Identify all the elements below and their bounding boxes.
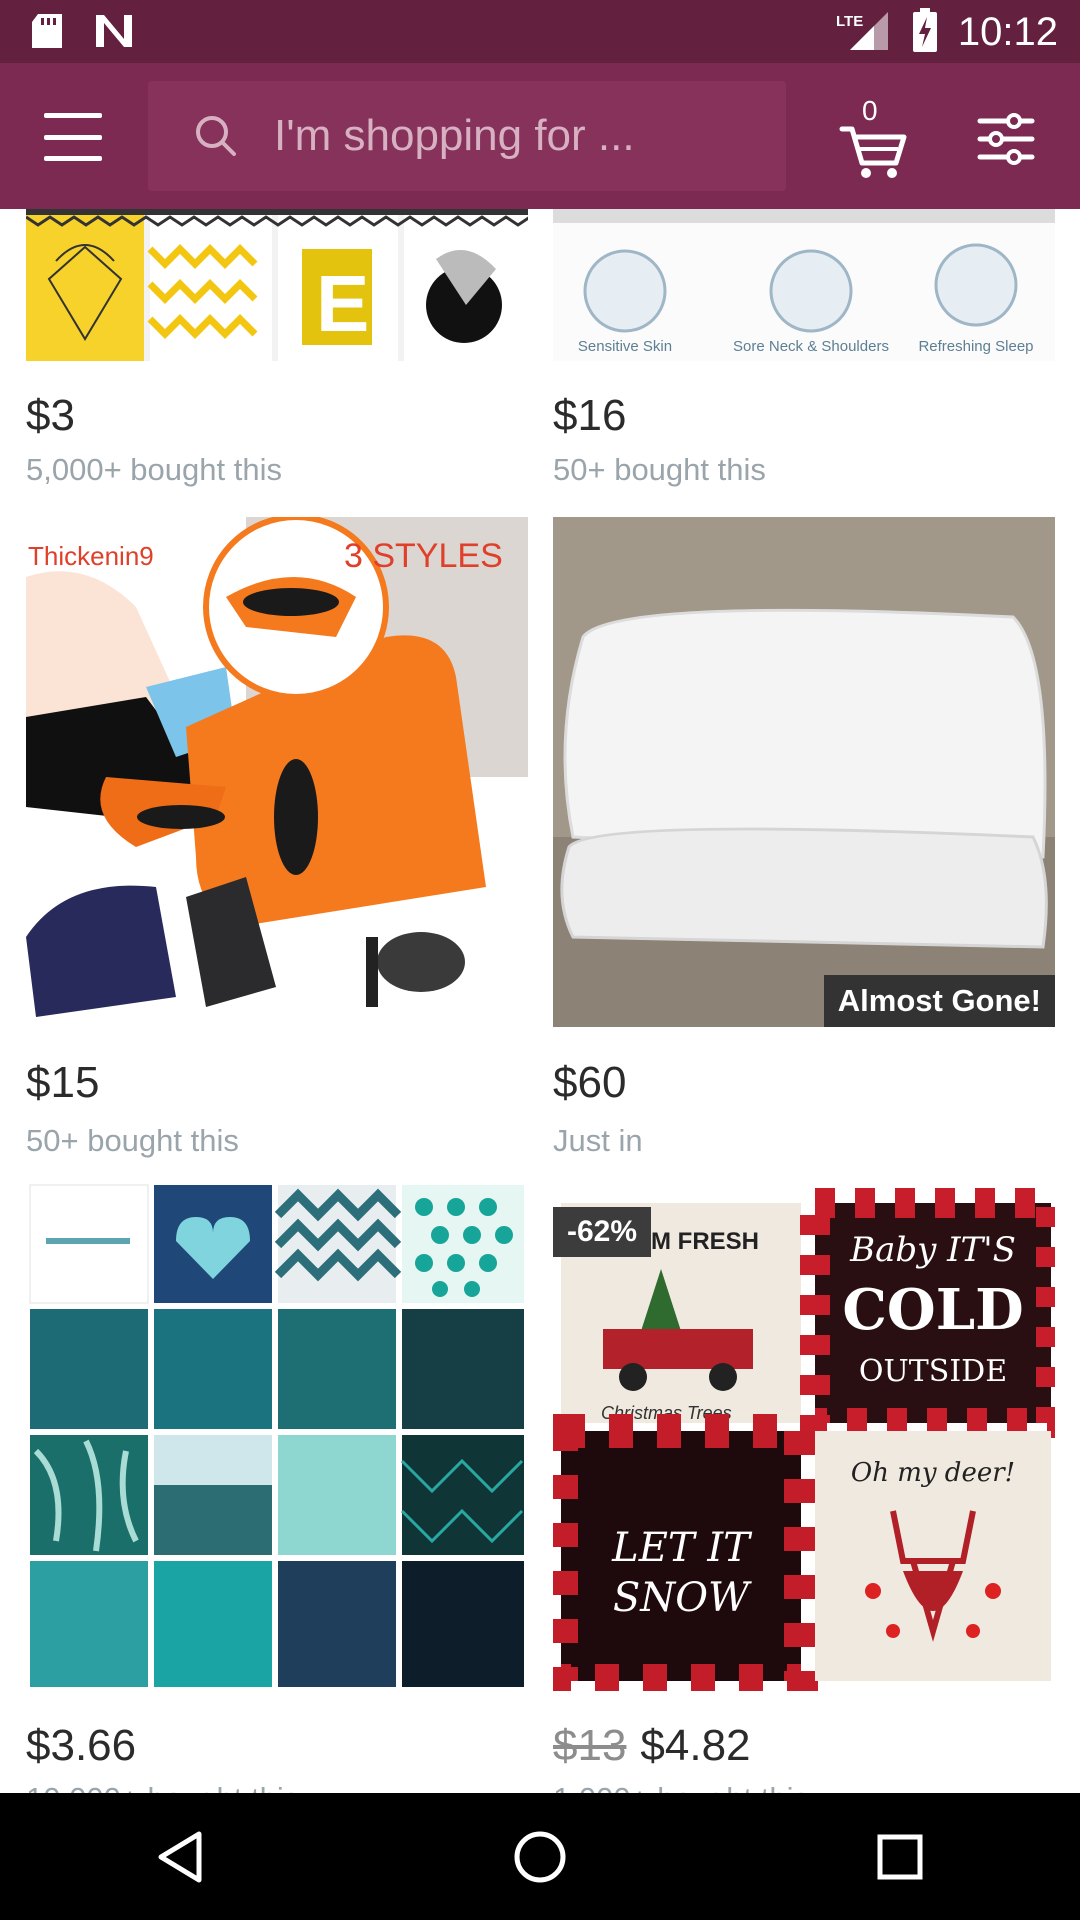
original-price: $13 — [553, 1721, 627, 1770]
recents-icon — [877, 1834, 923, 1879]
back-icon — [158, 1831, 202, 1882]
search-bar[interactable] — [148, 81, 786, 191]
svg-text:Sensitive Skin: Sensitive Skin — [578, 338, 672, 355]
status-time: 10:12 — [957, 10, 1058, 54]
product-card[interactable]: Thickenin9 3 STYLES $15 50+ bought this — [26, 517, 528, 1177]
product-card[interactable]: E $3 5,000+ bought this — [26, 209, 528, 509]
product-price-row: $13 $4.82 — [553, 1721, 751, 1771]
hamburger-line — [44, 113, 102, 118]
filter-button[interactable] — [976, 109, 1036, 169]
cart-count-badge: 0 — [862, 95, 878, 126]
product-subtitle: 1,000+ bought this — [553, 1781, 809, 1793]
product-card[interactable]: Almost Gone! $60 Just in — [553, 517, 1055, 1177]
product-image[interactable]: Thickenin9 3 STYLES — [26, 517, 528, 1027]
system-nav-bar — [0, 1793, 1080, 1920]
product-price: $3.66 — [26, 1721, 137, 1770]
svg-text:3 STYLES: 3 STYLES — [344, 537, 503, 575]
product-subtitle: 10,000+ bought this — [26, 1781, 299, 1793]
svg-text:Sore Neck & Shoulders: Sore Neck & Shoulders — [733, 338, 889, 355]
product-subtitle: 50+ bought this — [26, 1123, 239, 1158]
product-subtitle: 50+ bought this — [553, 452, 766, 487]
product-price: $15 — [26, 1058, 100, 1107]
hamburger-line — [44, 134, 102, 140]
nav-home-button[interactable] — [480, 1807, 600, 1907]
nav-recents-button[interactable] — [840, 1807, 960, 1907]
svg-text:Refreshing Sleep: Refreshing Sleep — [918, 338, 1033, 355]
svg-text:COLD: COLD — [842, 1277, 1023, 1343]
product-grid: E $3 5,000+ bought this Sensitive Skin S… — [0, 209, 1080, 1793]
product-subtitle: 5,000+ bought this — [26, 452, 282, 487]
cart-button[interactable]: 0 — [838, 95, 908, 179]
home-icon — [514, 1831, 566, 1882]
nav-back-button[interactable] — [120, 1807, 240, 1907]
product-price: $3 — [26, 391, 75, 440]
menu-button[interactable] — [38, 107, 108, 167]
n-notification-icon — [94, 13, 134, 54]
discount-badge: -62% — [553, 1207, 652, 1257]
search-input[interactable] — [274, 111, 754, 161]
product-card[interactable]: FARM FRESH Christmas Trees Baby IT'S COL… — [553, 1181, 1055, 1793]
svg-text:Oh my deer!: Oh my deer! — [851, 1458, 1015, 1488]
product-image[interactable]: E — [26, 209, 528, 361]
svg-text:Thickenin9: Thickenin9 — [28, 541, 154, 571]
svg-text:E: E — [316, 259, 369, 348]
app-screen: LTE 10:12 I'm shopping for ... 0 E $3 5,… — [0, 0, 1080, 1920]
product-image[interactable]: Almost Gone! — [553, 517, 1055, 1027]
svg-text:Baby IT'S: Baby IT'S — [849, 1230, 1016, 1270]
product-image[interactable]: FARM FRESH Christmas Trees Baby IT'S COL… — [553, 1181, 1055, 1691]
sd-card-icon — [30, 12, 64, 55]
svg-text:LTE: LTE — [836, 13, 863, 30]
svg-text:OUTSIDE: OUTSIDE — [859, 1354, 1007, 1389]
battery-charging-icon — [912, 8, 938, 57]
search-icon — [186, 114, 246, 158]
product-price: $60 — [553, 1058, 627, 1107]
sliders-icon — [977, 113, 1035, 165]
product-card[interactable]: $3.66 10,000+ bought this — [26, 1181, 528, 1793]
product-image[interactable]: Sensitive Skin Sore Neck & Shoulders Ref… — [553, 209, 1055, 361]
product-subtitle: Just in — [553, 1123, 643, 1158]
hamburger-line — [44, 156, 102, 161]
product-image[interactable] — [26, 1181, 528, 1691]
app-header: 0 — [0, 63, 1080, 209]
lte-signal-icon: LTE — [836, 8, 892, 57]
almost-gone-badge: Almost Gone! — [823, 975, 1055, 1027]
product-card[interactable]: Sensitive Skin Sore Neck & Shoulders Ref… — [553, 209, 1055, 509]
product-price: $4.82 — [640, 1721, 751, 1770]
svg-text:LET IT: LET IT — [611, 1525, 753, 1571]
product-price: $16 — [553, 391, 627, 440]
status-bar: LTE 10:12 — [0, 0, 1080, 63]
svg-text:SNOW: SNOW — [613, 1575, 752, 1621]
